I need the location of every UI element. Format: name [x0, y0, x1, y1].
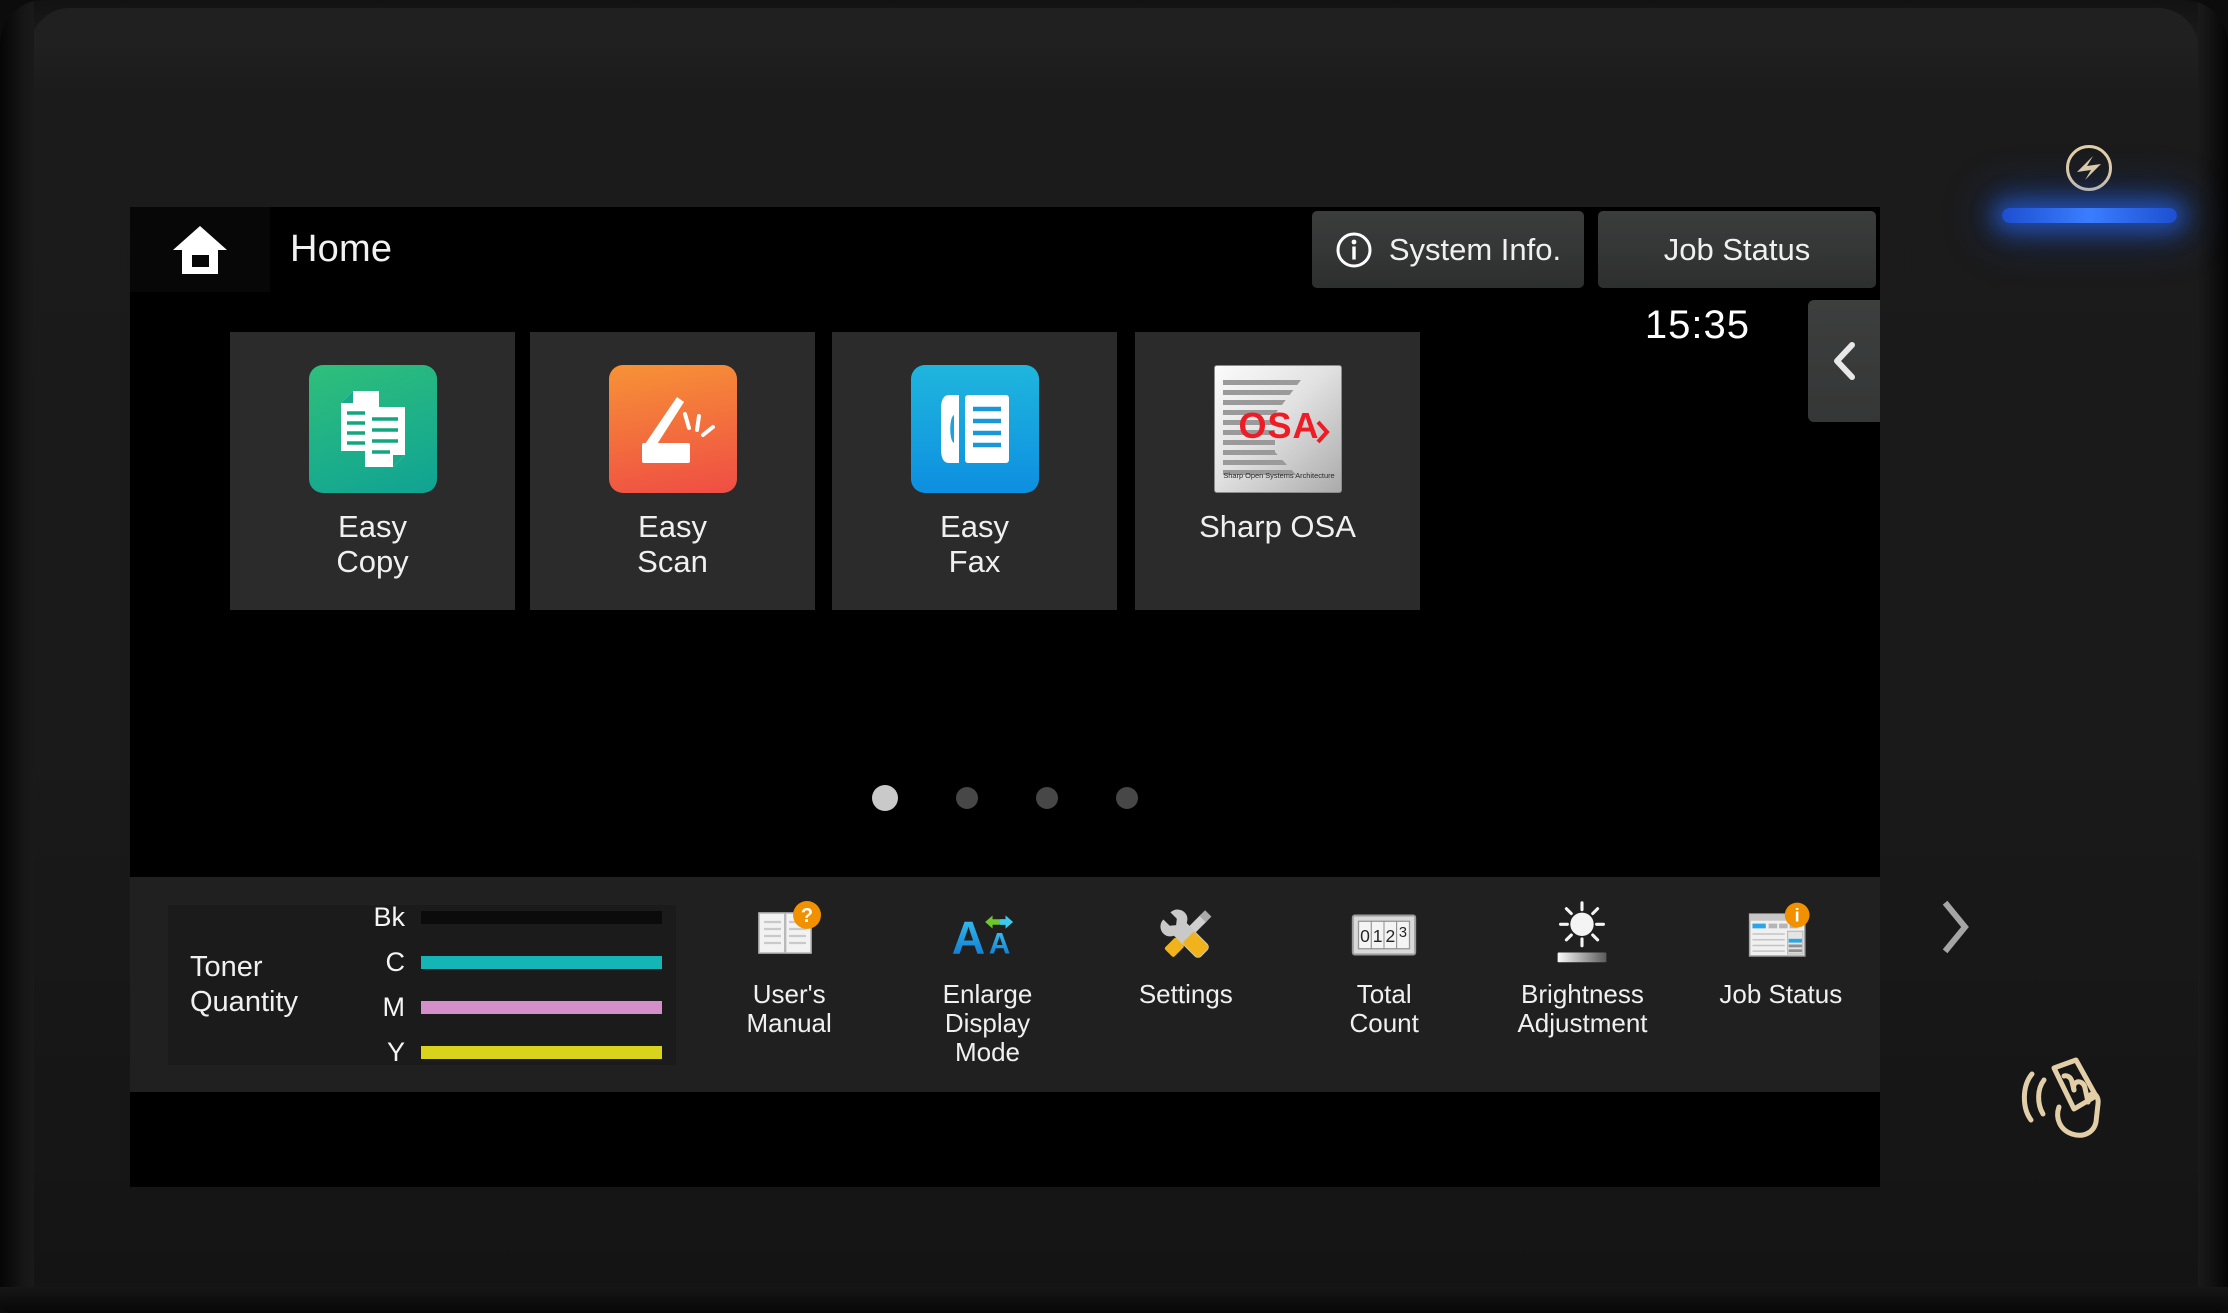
- chevron-right-icon: [1937, 899, 1973, 955]
- power-button-icon: [2071, 150, 2107, 186]
- bezel-left-edge: [0, 0, 34, 1313]
- copy-documents-icon: [327, 383, 419, 475]
- svg-text:?: ?: [801, 905, 813, 927]
- svg-text:Sharp Open Systems Architectur: Sharp Open Systems Architecture: [1223, 471, 1334, 480]
- toner-row-m: M: [365, 992, 662, 1023]
- easy-scan-icon-box: [608, 365, 737, 493]
- bottom-utility-bar: Toner Quantity Bk C M Y ? User's Manual …: [130, 877, 1880, 1092]
- utility-label-enlarge-display-mode: Enlarge Display Mode: [942, 979, 1033, 1068]
- utility-settings[interactable]: Settings: [1087, 887, 1285, 1009]
- toner-track-c: [421, 956, 662, 969]
- easy-copy-icon-box: [308, 365, 437, 493]
- toner-row-bk: Bk: [365, 902, 662, 933]
- svg-text:A: A: [989, 928, 1010, 961]
- utility-job-status[interactable]: i Job Status: [1682, 887, 1880, 1009]
- app-label-easy-scan: Easy Scan: [637, 509, 708, 580]
- toner-quantity-label: Toner Quantity: [190, 951, 298, 1018]
- info-circle-icon: [1335, 231, 1373, 269]
- counter-icon: 0 1 2 3: [1345, 899, 1423, 971]
- svg-text:A: A: [952, 912, 986, 964]
- svg-text:2: 2: [1386, 926, 1396, 946]
- bezel-bottom-edge: [0, 1287, 2228, 1313]
- carousel-next-button[interactable]: [1920, 887, 1990, 967]
- page-dot-1[interactable]: [872, 785, 898, 811]
- page-dot-3[interactable]: [1036, 787, 1058, 809]
- utility-label-job-status: Job Status: [1719, 979, 1843, 1009]
- toner-fill-m: [421, 1001, 662, 1014]
- toner-row-y: Y: [365, 1037, 662, 1068]
- bezel-highlight: [30, 8, 2198, 88]
- utility-label-users-manual: User's Manual: [746, 979, 832, 1039]
- app-carousel: Easy Copy Easy Scan Easy Fax OSA Sharp O…: [130, 332, 1969, 954]
- utility-total-count[interactable]: 0 1 2 3 Total Count: [1285, 887, 1483, 1038]
- page-dot-2[interactable]: [956, 787, 978, 809]
- toner-track-m: [421, 1001, 662, 1014]
- job-status-label: Job Status: [1663, 231, 1811, 267]
- app-tile-sharp-osa[interactable]: OSA Sharp Open Systems Architecture Shar…: [1135, 332, 1420, 610]
- book-question-icon: ?: [750, 899, 828, 971]
- page-dot-4[interactable]: [1116, 787, 1138, 809]
- brightness-sun-icon: [1543, 899, 1621, 971]
- system-info-button[interactable]: System Info.: [1312, 211, 1584, 288]
- toner-track-bk: [421, 911, 662, 924]
- control-panel-device: Home System Info. Job Status 15:35 Easy …: [0, 0, 2228, 1313]
- utility-enlarge-display-mode[interactable]: A A Enlarge Display Mode: [888, 887, 1086, 1067]
- utility-label-total-count: Total Count: [1349, 979, 1419, 1039]
- home-icon: [171, 224, 229, 276]
- utility-label-brightness-adjustment: Brightness Adjustment: [1517, 979, 1648, 1039]
- app-tile-easy-scan[interactable]: Easy Scan: [530, 332, 815, 610]
- svg-text:0: 0: [1360, 926, 1370, 946]
- bezel-right-edge: [2198, 0, 2228, 1313]
- power-status-led: [2002, 208, 2177, 223]
- toner-fill-c: [421, 956, 662, 969]
- page-indicator-dots: [130, 785, 1880, 811]
- app-label-easy-fax: Easy Fax: [940, 509, 1009, 580]
- job-status-button[interactable]: Job Status: [1598, 211, 1876, 288]
- power-button[interactable]: [2066, 145, 2112, 191]
- toner-level-rows: Bk C M Y: [365, 902, 676, 1068]
- page-title: Home: [290, 228, 393, 270]
- nfc-card-reader-icon[interactable]: [2010, 1052, 2120, 1152]
- utility-buttons: ? User's Manual A A Enlarge Display Mode…: [690, 887, 1880, 1087]
- enlarge-text-icon: A A: [948, 899, 1026, 971]
- svg-text:3: 3: [1399, 925, 1407, 941]
- svg-text:1: 1: [1373, 926, 1383, 946]
- toner-fill-bk: [421, 911, 662, 924]
- fax-handset-icon: [929, 383, 1021, 475]
- app-label-sharp-osa: Sharp OSA: [1199, 509, 1356, 544]
- utility-users-manual[interactable]: ? User's Manual: [690, 887, 888, 1038]
- svg-text:OSA: OSA: [1238, 405, 1319, 446]
- toner-quantity-panel[interactable]: Toner Quantity Bk C M Y: [168, 902, 676, 1068]
- touch-screen: Home System Info. Job Status 15:35 Easy …: [130, 207, 1969, 1187]
- easy-fax-icon-box: [910, 365, 1039, 493]
- tools-icon: [1147, 899, 1225, 971]
- sharp-osa-icon-box: OSA Sharp Open Systems Architecture: [1213, 365, 1342, 493]
- svg-text:i: i: [1794, 906, 1799, 926]
- toner-row-c: C: [365, 947, 662, 978]
- utility-brightness-adjustment[interactable]: Brightness Adjustment: [1483, 887, 1681, 1038]
- sharp-osa-logo-icon: OSA Sharp Open Systems Architecture: [1214, 366, 1341, 492]
- app-tile-easy-copy[interactable]: Easy Copy: [230, 332, 515, 610]
- utility-label-settings: Settings: [1138, 979, 1233, 1009]
- header-bar: Home System Info. Job Status: [130, 207, 1880, 292]
- toner-track-y: [421, 1046, 662, 1059]
- system-info-label: System Info.: [1388, 231, 1562, 267]
- home-button[interactable]: [130, 207, 270, 292]
- scanner-icon: [627, 383, 719, 475]
- app-label-easy-copy: Easy Copy: [336, 509, 409, 580]
- toner-fill-y: [421, 1046, 662, 1059]
- app-tile-easy-fax[interactable]: Easy Fax: [832, 332, 1117, 610]
- job-status-info-icon: i: [1742, 899, 1820, 971]
